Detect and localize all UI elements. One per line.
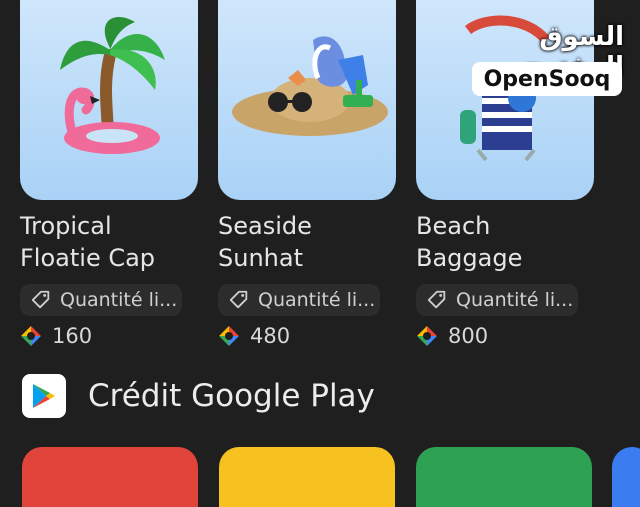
product-title[interactable]: Seaside Sunhat: [218, 210, 396, 274]
section-title: Crédit Google Play: [88, 378, 375, 414]
gift-card-green[interactable]: [416, 447, 592, 507]
gift-card-blue[interactable]: [612, 447, 640, 507]
price-row: 800: [416, 324, 594, 348]
product-card-tropical-floatie-cap[interactable]: Tropical Floatie Cap Quantité li... 160: [20, 0, 198, 348]
google-play-credit-section-header[interactable]: Crédit Google Play: [22, 374, 375, 418]
play-points-icon: [417, 326, 437, 346]
palm-tree-flamingo-icon: [60, 17, 165, 154]
limited-quantity-badge: Quantité li...: [416, 284, 578, 316]
google-play-icon: [22, 374, 66, 418]
limited-quantity-badge: Quantité li...: [20, 284, 182, 316]
price-row: 480: [218, 324, 396, 348]
play-points-icon: [21, 326, 41, 346]
watermark-latin: OpenSooq: [472, 62, 622, 96]
tag-icon: [229, 290, 248, 309]
limited-quantity-badge: Quantité li...: [218, 284, 380, 316]
price-value: 160: [52, 324, 93, 348]
sunhat-icon: [232, 36, 388, 136]
product-card-seaside-sunhat[interactable]: Seaside Sunhat Quantité li... 480: [218, 0, 396, 348]
price-row: 160: [20, 324, 198, 348]
play-points-icon: [219, 326, 239, 346]
product-title[interactable]: Tropical Floatie Cap: [20, 210, 198, 274]
tag-icon: [31, 290, 50, 309]
product-title[interactable]: Beach Baggage: [416, 210, 594, 274]
tag-icon: [427, 290, 446, 309]
product-image[interactable]: [20, 0, 198, 200]
gift-card-yellow[interactable]: [219, 447, 395, 507]
gift-card-red[interactable]: [22, 447, 198, 507]
product-image[interactable]: [218, 0, 396, 200]
price-value: 800: [448, 324, 489, 348]
price-value: 480: [250, 324, 291, 348]
